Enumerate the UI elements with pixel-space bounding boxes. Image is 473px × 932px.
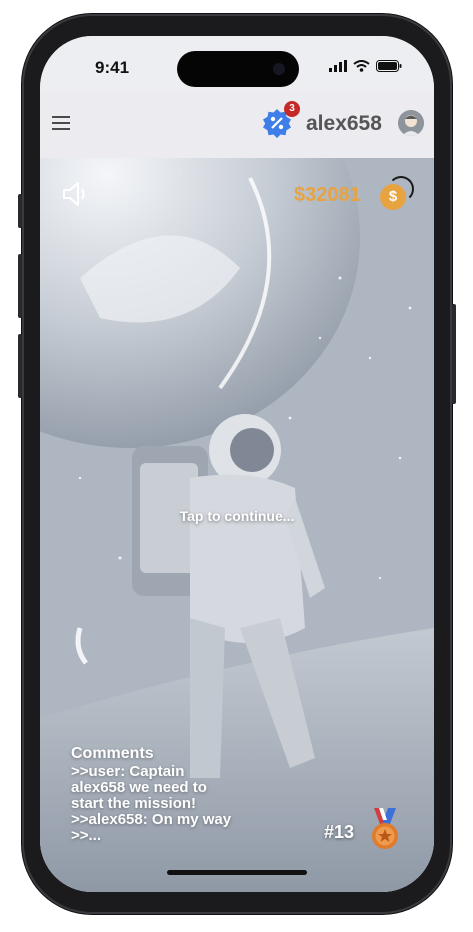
tap-to-continue-prompt[interactable]: Tap to continue... — [40, 508, 434, 524]
home-indicator[interactable] — [167, 870, 307, 875]
game-scene[interactable]: $32081 $ Tap to continue... Comments >>u… — [40, 158, 434, 892]
volume-down-button — [18, 334, 22, 398]
comment-line: >>alex658: On my way — [71, 811, 232, 828]
screen: 9:41 3 alex658 $32081 $ Tap to continue.… — [40, 36, 434, 892]
speaker-icon[interactable] — [60, 178, 92, 210]
volume-up-button — [18, 254, 22, 318]
front-camera — [273, 63, 285, 75]
comment-line: alex658 we need to — [71, 779, 207, 796]
comment-line: >>user: Captain — [71, 763, 185, 780]
money-balance: $32081 — [294, 184, 361, 206]
notification-badge: 3 — [284, 101, 300, 117]
battery-icon — [376, 60, 402, 72]
loading-spinner-icon — [388, 176, 414, 202]
phone-frame: 9:41 3 alex658 $32081 $ Tap to continue.… — [18, 14, 456, 914]
action-button — [18, 194, 22, 228]
menu-icon[interactable] — [52, 116, 70, 130]
comments-panel: Comments >>user: Captain alex658 we need… — [71, 746, 301, 844]
medal-icon[interactable] — [368, 808, 402, 852]
signal-icon — [329, 60, 347, 72]
comment-line: >>... — [71, 827, 102, 844]
comment-line: start the mission! — [71, 795, 197, 812]
leaderboard-rank[interactable]: #13 — [324, 822, 354, 843]
username[interactable]: alex658 — [306, 112, 382, 136]
status-icons — [329, 60, 402, 72]
comments-title: Comments — [71, 745, 154, 762]
status-bar: 9:41 — [40, 36, 434, 92]
wifi-icon — [353, 60, 370, 72]
user-avatar[interactable] — [398, 110, 424, 136]
status-time: 9:41 — [95, 58, 130, 77]
dynamic-island — [177, 51, 299, 87]
app-header: 3 alex658 — [40, 92, 434, 158]
power-button — [452, 304, 456, 404]
